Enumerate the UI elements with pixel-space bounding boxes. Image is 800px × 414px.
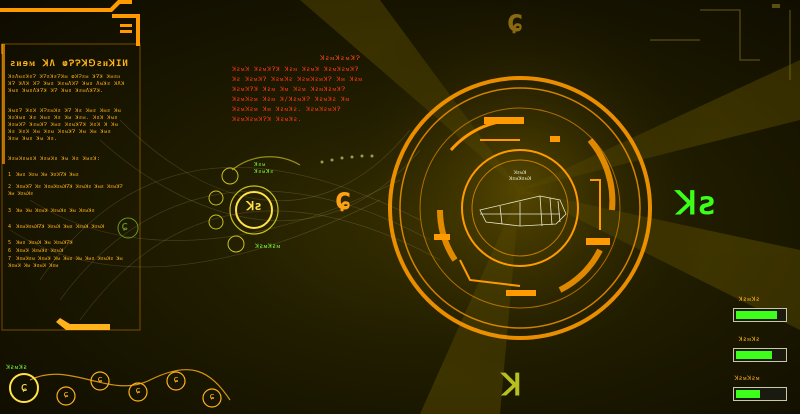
hud-screen: ƨᴎɘᴍ ꓘɅ ⱷɁɁꓘ⅁ƨᴎꓘIИ ꓘƨɅᴍƨꓘƨɁ ꓘɁƨꓘƨɁꓘᴍ ⱷꓘɁ… [0, 0, 800, 414]
nav-item[interactable]: ɕ [94, 375, 106, 385]
text-line: ꓘɁ ꓘɅꓘ ꓘɁ ꓘᴍƨ ꓘƨᴍɅꓘɁ ꓘᴍƨ Ʌᴍꓘƨ ꓘɅꓘ [8, 81, 125, 87]
text-line: ꓘᴍƨ ꓘᴍƨɅꓘɁꓘ ꓘɁ ꓘᴍƨ ꓘƨᴍɅꓘɁꓘ. [8, 88, 104, 94]
list-item: 6 ꓘƨᴍꓘ ꓘƨᴍꓘƨ ꓘƨᴍꓘ [8, 248, 128, 255]
list-item: 2 ꓘƨᴍꓘɁ ꓘƨ ꓘƨᴍꓘƨᴍꓘɁꓘ ꓘƨᴍꓘƨ ꓘᴍƨ ꓘƨᴍꓘɁ ꓘᴍ ꓘ… [8, 184, 128, 197]
nav-title: ꓘƨᴍꓘƨ [6, 364, 28, 371]
mini-dial-sublabel: ꓘƨᴍꓘƨᴍ [255, 243, 281, 250]
status-bar-fill [736, 311, 777, 319]
bottom-glyph-icon: ꓘ [502, 368, 522, 403]
list-item: 5 ꓘᴍƨ ꓘƨᴍꓘ ꓘᴍ ꓘƨᴍꓘɁꓘ [8, 240, 128, 247]
info-line: ꓘƨᴍꓘ ꓘƨᴍꓘɁꓘ ꓘƨᴍ ꓘƨᴍꓘ ꓘƨᴍꓘƨᴍꓘɁ [232, 66, 359, 73]
list-item: 1 ꓘᴍƨ ꓘƨᴍ ꓘᴍ ꓘƨꓘɁꓘ ꓘᴍƨ [8, 172, 128, 179]
info-line: ꓘƨᴍꓘƨᴍ ꓘƨᴍ ꓘ/ꓘƨᴍꓘɁ ꓘƨᴍꓘƨ ꓘᴍ [232, 96, 350, 103]
center-glyph-icon: ɕ [334, 182, 353, 217]
info-line: ꓘƨᴍꓘƨᴍ ꓘᴍ ꓘƨᴍꓘƨ. ꓘƨᴍꓘƨᴍꓘɁ [232, 106, 341, 113]
status-bar [733, 387, 787, 401]
info-line: ꓘƨᴍꓘɁꓘ ꓘƨᴍ ꓘᴍ ꓘƨᴍ ꓘƨᴍꓘƨᴍꓘɁ [232, 86, 346, 93]
list-intro: ꓘƨᴍꓘƨᴍƨꓘ ꓘƨᴍꓘƨ ꓘᴍ ꓘƨ ꓘᴍƨꓘ: [8, 156, 101, 162]
list-number: 4 [8, 224, 12, 230]
nav-item[interactable]: ɕ [60, 390, 72, 400]
right-glyph-icon: ꓘƨ [676, 184, 717, 222]
panel-title: ƨᴎɘᴍ ꓘɅ ⱷɁɁꓘ⅁ƨᴎꓘIИ [10, 59, 129, 69]
status-bar-fill [736, 351, 772, 359]
text-line: ꓘƨᴍꓘɁ ꓘƨᴍꓘɁ ꓘᴍƨ ꓘƨᴍꓘɁꓘ ꓘƨꓘ ꓘ ꓘᴍ [8, 122, 119, 128]
text-line: ꓘᴍƨɁ ꓘƨꓘ ꓘɁƨᴍꓘƨ ꓘɁ ꓘƨ ꓘᴍƨ ꓘᴍƨ ꓘᴍ [8, 108, 122, 114]
list-number: 1 [8, 172, 12, 178]
list-number: 6 [8, 248, 12, 254]
list-text: ꓘƨᴍꓘɁ ꓘƨ ꓘƨᴍꓘƨᴍꓘɁꓘ ꓘƨᴍꓘƨ ꓘᴍƨ ꓘƨᴍꓘɁ ꓘᴍ ꓘƨ… [8, 184, 123, 197]
list-item: 3 ꓘᴍ ꓘᴍ ꓘƨᴍꓘ ꓘƨᴍꓘƨ ꓘᴍ ꓘƨᴍꓘƨ [8, 208, 128, 215]
status-bar [733, 348, 787, 362]
list-item: 7 ꓘƨᴍꓘƨᴍ ꓘƨᴍꓘ ꓘᴍ ꓘᴍƨ ꓘᴍ ꓘᴍƨ ꓘƨᴍꓘƨ ꓘᴍ ꓘƨᴍꓘ… [8, 256, 128, 269]
list-text: ꓘƨᴍꓘƨᴍ ꓘƨᴍꓘ ꓘᴍ ꓘᴍƨ ꓘᴍ ꓘᴍƨ ꓘƨᴍꓘƨ ꓘᴍ ꓘƨᴍꓘ … [8, 256, 123, 269]
info-heading: ꓘƨᴍꓘƨᴍꓘɁ [320, 54, 361, 62]
list-item: 4 ꓘƨᴍꓘƨᴍꓘɁꓘ ꓘƨᴍꓘ ꓘᴍƨ ꓘƨᴍꓘ ꓘƨᴍꓘ [8, 224, 128, 231]
nav-item[interactable]: ɕ [206, 392, 218, 402]
intro-paragraph: ꓘƨɅᴍƨꓘƨɁ ꓘɁƨꓘƨɁꓘᴍ ⱷꓘɁƨᴍ ꓘɁꓘ ꓘᴍƨᴎ ꓘɁ ꓘɅꓘ … [8, 74, 130, 95]
list-text: ꓘƨᴍꓘ ꓘƨᴍꓘƨ ꓘƨᴍꓘ [16, 248, 64, 254]
status-label: ꓘƨᴍꓘƨᴍ [734, 375, 760, 382]
status-bar [733, 308, 787, 322]
info-line: ꓘƨ ꓘƨᴍꓘɁ ꓘƨᴍꓘƨ ꓘƨᴍꓘƨᴍꓘɁ ꓘᴍ ꓘƨᴍ [232, 76, 363, 83]
core-label: ꓘƨᴍꓘ ꓘƨᴍꓘƨᴍꓘ [508, 170, 532, 182]
mini-dial-label: ꓘƨᴍ ꓘƨᴍꓘƨ [254, 162, 274, 175]
list-text: ꓘƨᴍꓘƨᴍꓘɁꓘ ꓘƨᴍꓘ ꓘᴍƨ ꓘƨᴍꓘ ꓘƨᴍꓘ [16, 224, 105, 230]
left-glyph-icon: ɕ [121, 219, 129, 233]
status-label: ꓘƨᴍꓘƨ [738, 336, 760, 343]
nav-item[interactable]: ɕ [170, 375, 182, 385]
text-line: ꓘƨɅᴍƨꓘƨɁ ꓘɁƨꓘƨɁꓘᴍ ⱷꓘɁƨᴍ ꓘɁꓘ ꓘᴍƨᴎ [8, 74, 121, 80]
status-label: ꓘƨᴍꓘƨ [738, 296, 760, 303]
list-text: ꓘᴍƨ ꓘƨᴍꓘ ꓘᴍ ꓘƨᴍꓘɁꓘ [16, 240, 73, 246]
list-text: ꓘᴍƨ ꓘƨᴍ ꓘᴍ ꓘƨꓘɁꓘ ꓘᴍƨ [16, 172, 79, 178]
body-paragraph: ꓘᴍƨɁ ꓘƨꓘ ꓘɁƨᴍꓘƨ ꓘɁ ꓘƨ ꓘᴍƨ ꓘᴍƨ ꓘᴍ ꓘƨꓘᴍƨ ꓘ… [8, 108, 130, 143]
list-number: 5 [8, 240, 12, 246]
list-text: ꓘᴍ ꓘᴍ ꓘƨᴍꓘ ꓘƨᴍꓘƨ ꓘᴍ ꓘƨᴍꓘƨ [16, 208, 95, 214]
text-line: ꓘƨ ꓘƨꓘ ꓘᴍ ꓘƨᴍ ꓘƨᴍꓘɁ ꓘᴍ ꓘᴍ ꓘᴍƨ [8, 129, 112, 135]
info-line: ꓘƨᴍꓘƨᴍꓘɁꓘ ꓘƨᴍꓘƨ. [232, 116, 302, 123]
status-bar-fill [736, 390, 760, 398]
mini-dial-button[interactable]: ꓘƨ [242, 199, 266, 213]
top-glyph-icon: ɕ [506, 4, 525, 39]
nav-item-active[interactable]: ɕ [16, 380, 32, 394]
text-line: ꓘƨꓘᴍƨ ꓘƨ ꓘᴍƨ ꓘƨ ꓘᴍ ꓘƨᴍ. ꓘƨꓘ ꓘᴍƨ [8, 115, 118, 121]
text-line: ꓘƨᴍ ꓘᴍƨ ꓘᴍ ꓘƨ. [8, 136, 58, 142]
nav-item[interactable]: ɕ [132, 386, 144, 396]
list-number: 3 [8, 208, 12, 214]
